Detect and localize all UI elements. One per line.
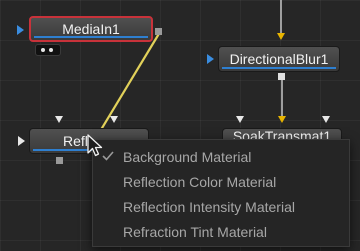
menu-item-reflection-intensity-material[interactable]: Reflection Intensity Material <box>93 196 349 218</box>
menu-item-refraction-tint-material[interactable]: Refraction Tint Material <box>93 221 349 243</box>
input-context-menu: Background Material Reflection Color Mat… <box>92 139 350 247</box>
menu-item-reflection-color-material[interactable]: Reflection Color Material <box>93 171 349 193</box>
soak-input-arrow-2[interactable] <box>278 116 286 123</box>
menu-item-label: Reflection Color Material <box>123 174 277 190</box>
node-directionalblur-underline <box>222 67 336 69</box>
menu-item-label: Reflection Intensity Material <box>123 199 295 215</box>
blur-output-port[interactable] <box>278 73 285 80</box>
mediain-output-port[interactable] <box>155 28 162 35</box>
blur-side-input-arrow[interactable] <box>207 54 214 64</box>
reflect-output-port[interactable] <box>56 157 63 164</box>
mediain-input-arrow[interactable] <box>17 25 24 35</box>
menu-item-label: Background Material <box>123 149 252 165</box>
node-directionalblur[interactable]: DirectionalBlur1 <box>218 46 340 72</box>
reflect-input-arrow-2[interactable] <box>110 116 118 123</box>
reflect-side-input-arrow[interactable] <box>18 136 25 146</box>
connection-wire-media-to-reflect <box>92 31 161 144</box>
node-reflect-label: Refl <box>63 133 88 149</box>
soak-input-arrow-1[interactable] <box>236 116 244 123</box>
soak-input-arrow-3[interactable] <box>322 116 330 123</box>
view-dot-left <box>41 48 45 52</box>
node-mediain-underline <box>34 36 148 38</box>
menu-item-label: Refraction Tint Material <box>123 224 267 240</box>
view-indicator[interactable] <box>35 44 61 56</box>
node-mediain-label: MediaIn1 <box>62 21 120 37</box>
menu-item-background-material[interactable]: Background Material <box>93 146 349 168</box>
blur-input-arrow[interactable] <box>277 33 285 40</box>
reflect-input-arrow-1[interactable] <box>55 116 63 123</box>
mouse-pointer-icon <box>87 134 103 157</box>
node-directionalblur-label: DirectionalBlur1 <box>229 51 329 67</box>
node-mediain[interactable]: MediaIn1 <box>29 16 153 42</box>
view-dot-right <box>49 48 53 52</box>
node-editor-canvas[interactable]: MediaIn1 DirectionalBlur1 Refl SoakTrans… <box>0 0 360 251</box>
